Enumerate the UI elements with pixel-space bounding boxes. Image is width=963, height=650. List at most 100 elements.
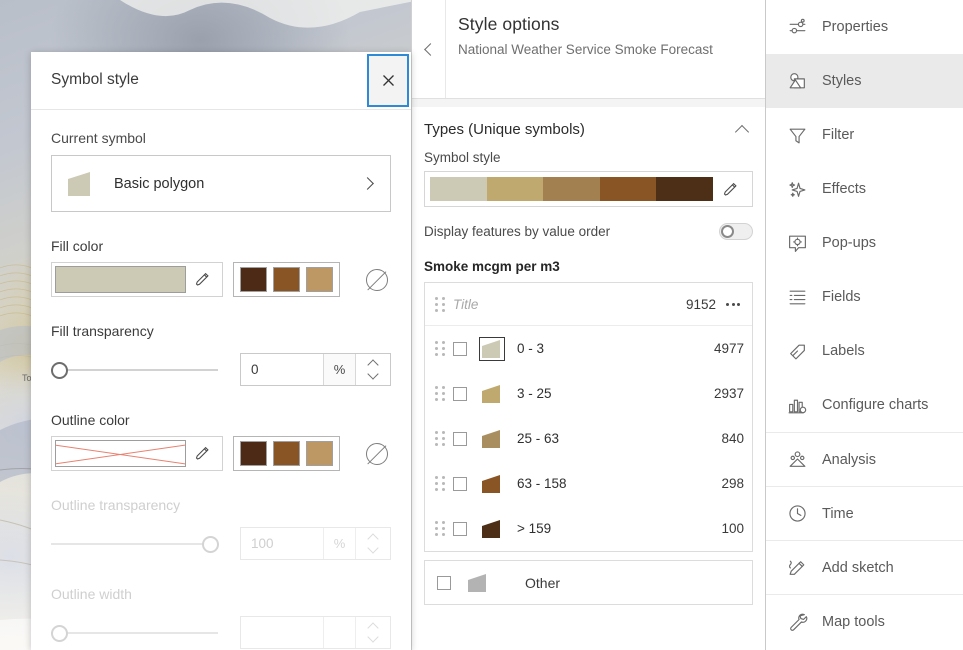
pencil-icon xyxy=(195,272,209,286)
row-count: 100 xyxy=(721,521,744,536)
sidebar-item-label: Effects xyxy=(822,181,867,197)
row-label[interactable]: > 159 xyxy=(517,521,721,536)
toggle-knob xyxy=(721,225,734,238)
row-checkbox[interactable] xyxy=(453,521,467,536)
fill-transparency-value[interactable]: 0 xyxy=(241,354,323,385)
drag-handle-icon[interactable] xyxy=(433,431,447,447)
sidebar-item-label: Properties xyxy=(822,19,889,35)
other-checkbox[interactable] xyxy=(437,575,451,590)
chevron-right-icon xyxy=(361,177,374,190)
display-order-toggle[interactable] xyxy=(719,223,753,240)
slider-track xyxy=(51,542,218,545)
types-section-label: Types (Unique symbols) xyxy=(424,121,585,138)
drag-handle-icon[interactable] xyxy=(433,296,447,312)
outline-color-chip[interactable] xyxy=(55,440,186,467)
sidebar-item-time[interactable]: Time xyxy=(766,486,963,540)
sidebar-item-filter[interactable]: Filter xyxy=(766,108,963,162)
row-label[interactable]: 3 - 25 xyxy=(517,386,714,401)
sidebar-item-map-tools[interactable]: Map tools xyxy=(766,594,963,648)
polygon-symbol-icon xyxy=(482,474,500,493)
polygon-symbol-icon xyxy=(468,573,486,592)
sidebar-item-configure-charts[interactable]: Configure charts xyxy=(766,378,963,432)
fill-transparency-row: 0 % xyxy=(51,353,391,386)
recent-color-swatch[interactable] xyxy=(240,441,267,466)
sidebar-item-effects[interactable]: Effects xyxy=(766,162,963,216)
fill-transparency-label: Fill transparency xyxy=(51,323,154,339)
other-symbol-swatch[interactable] xyxy=(465,571,491,595)
sketch-pencil-icon xyxy=(784,557,810,578)
outline-no-color-button[interactable] xyxy=(366,442,388,465)
style-options-heading-group: Style options National Weather Service S… xyxy=(446,0,725,60)
table-row[interactable]: 63 - 158 298 xyxy=(425,461,752,506)
sidebar-item-styles[interactable]: Styles xyxy=(766,54,963,108)
row-symbol-swatch[interactable] xyxy=(479,517,505,541)
style-options-header: Style options National Weather Service S… xyxy=(412,0,765,99)
recent-color-swatch[interactable] xyxy=(306,267,333,292)
sidebar-item-labels[interactable]: Labels xyxy=(766,324,963,378)
popup-gear-icon xyxy=(784,233,810,254)
sidebar-item-label: Map tools xyxy=(822,613,885,630)
outline-color-row xyxy=(51,436,391,471)
row-label[interactable]: 63 - 158 xyxy=(517,476,721,491)
sidebar-item-properties[interactable]: Properties xyxy=(766,0,963,54)
ellipsis-icon[interactable] xyxy=(722,302,744,306)
sidebar-item-label: Time xyxy=(822,505,854,522)
styles-shapes-icon xyxy=(784,71,810,92)
table-row[interactable]: 3 - 25 2937 xyxy=(425,371,752,416)
sidebar-item-add-sketch[interactable]: Add sketch xyxy=(766,540,963,594)
drag-handle-icon[interactable] xyxy=(433,386,447,402)
row-symbol-swatch[interactable] xyxy=(479,427,505,451)
sidebar-item-analysis[interactable]: Analysis xyxy=(766,432,963,486)
ramp-stop xyxy=(656,177,713,201)
stepper-down-icon xyxy=(367,542,379,554)
recent-color-swatch[interactable] xyxy=(273,267,300,292)
stepper-arrows[interactable] xyxy=(355,354,390,385)
drag-handle-icon[interactable] xyxy=(433,341,447,357)
list-header-row[interactable]: Title 9152 xyxy=(425,283,752,326)
row-checkbox[interactable] xyxy=(453,386,467,401)
outline-width-slider xyxy=(51,623,218,643)
types-section-toggle[interactable]: Types (Unique symbols) xyxy=(424,107,753,150)
row-checkbox[interactable] xyxy=(453,476,467,491)
recent-color-swatch[interactable] xyxy=(273,441,300,466)
fill-no-color-button[interactable] xyxy=(366,268,388,291)
current-symbol-button[interactable]: Basic polygon xyxy=(51,155,391,212)
sidebar-item-pop-ups[interactable]: Pop-ups xyxy=(766,216,963,270)
slider-thumb[interactable] xyxy=(51,361,68,379)
row-label[interactable]: 0 - 3 xyxy=(517,341,714,356)
outline-color-edit-button[interactable] xyxy=(186,445,219,462)
current-symbol-name: Basic polygon xyxy=(114,175,205,192)
table-row[interactable]: > 159 100 xyxy=(425,506,752,551)
ramp-edit-button[interactable] xyxy=(713,181,747,198)
table-row[interactable]: 25 - 63 840 xyxy=(425,416,752,461)
fill-transparency-stepper[interactable]: 0 % xyxy=(240,353,391,386)
stepper-down-icon[interactable] xyxy=(367,368,379,380)
outline-width-stepper xyxy=(240,616,391,649)
back-button[interactable] xyxy=(412,0,446,98)
fill-color-field[interactable] xyxy=(51,262,223,297)
drag-handle-icon[interactable] xyxy=(433,476,447,492)
recent-color-swatch[interactable] xyxy=(240,267,267,292)
other-row[interactable]: Other xyxy=(424,560,753,605)
close-button[interactable] xyxy=(367,54,409,107)
title-placeholder[interactable]: Title xyxy=(453,297,686,312)
row-checkbox[interactable] xyxy=(453,431,467,446)
recent-color-swatch[interactable] xyxy=(306,441,333,466)
fill-color-edit-button[interactable] xyxy=(186,271,219,288)
row-label[interactable]: 25 - 63 xyxy=(517,431,721,446)
row-symbol-swatch[interactable] xyxy=(479,472,505,496)
color-ramp[interactable] xyxy=(430,177,713,201)
table-row[interactable]: 0 - 3 4977 xyxy=(425,326,752,371)
fill-color-chip[interactable] xyxy=(55,266,186,293)
symbol-style-ramp-box[interactable] xyxy=(424,171,753,207)
row-symbol-swatch[interactable] xyxy=(479,382,505,406)
dialog-title: Symbol style xyxy=(51,71,139,88)
row-checkbox[interactable] xyxy=(453,341,467,356)
total-count: 9152 xyxy=(685,296,716,312)
sidebar-item-fields[interactable]: Fields xyxy=(766,270,963,324)
drag-handle-icon[interactable] xyxy=(433,521,447,537)
stepper-arrows xyxy=(355,617,390,648)
fill-transparency-slider[interactable] xyxy=(51,360,218,380)
outline-color-field[interactable] xyxy=(51,436,223,471)
row-symbol-swatch[interactable] xyxy=(479,336,505,361)
